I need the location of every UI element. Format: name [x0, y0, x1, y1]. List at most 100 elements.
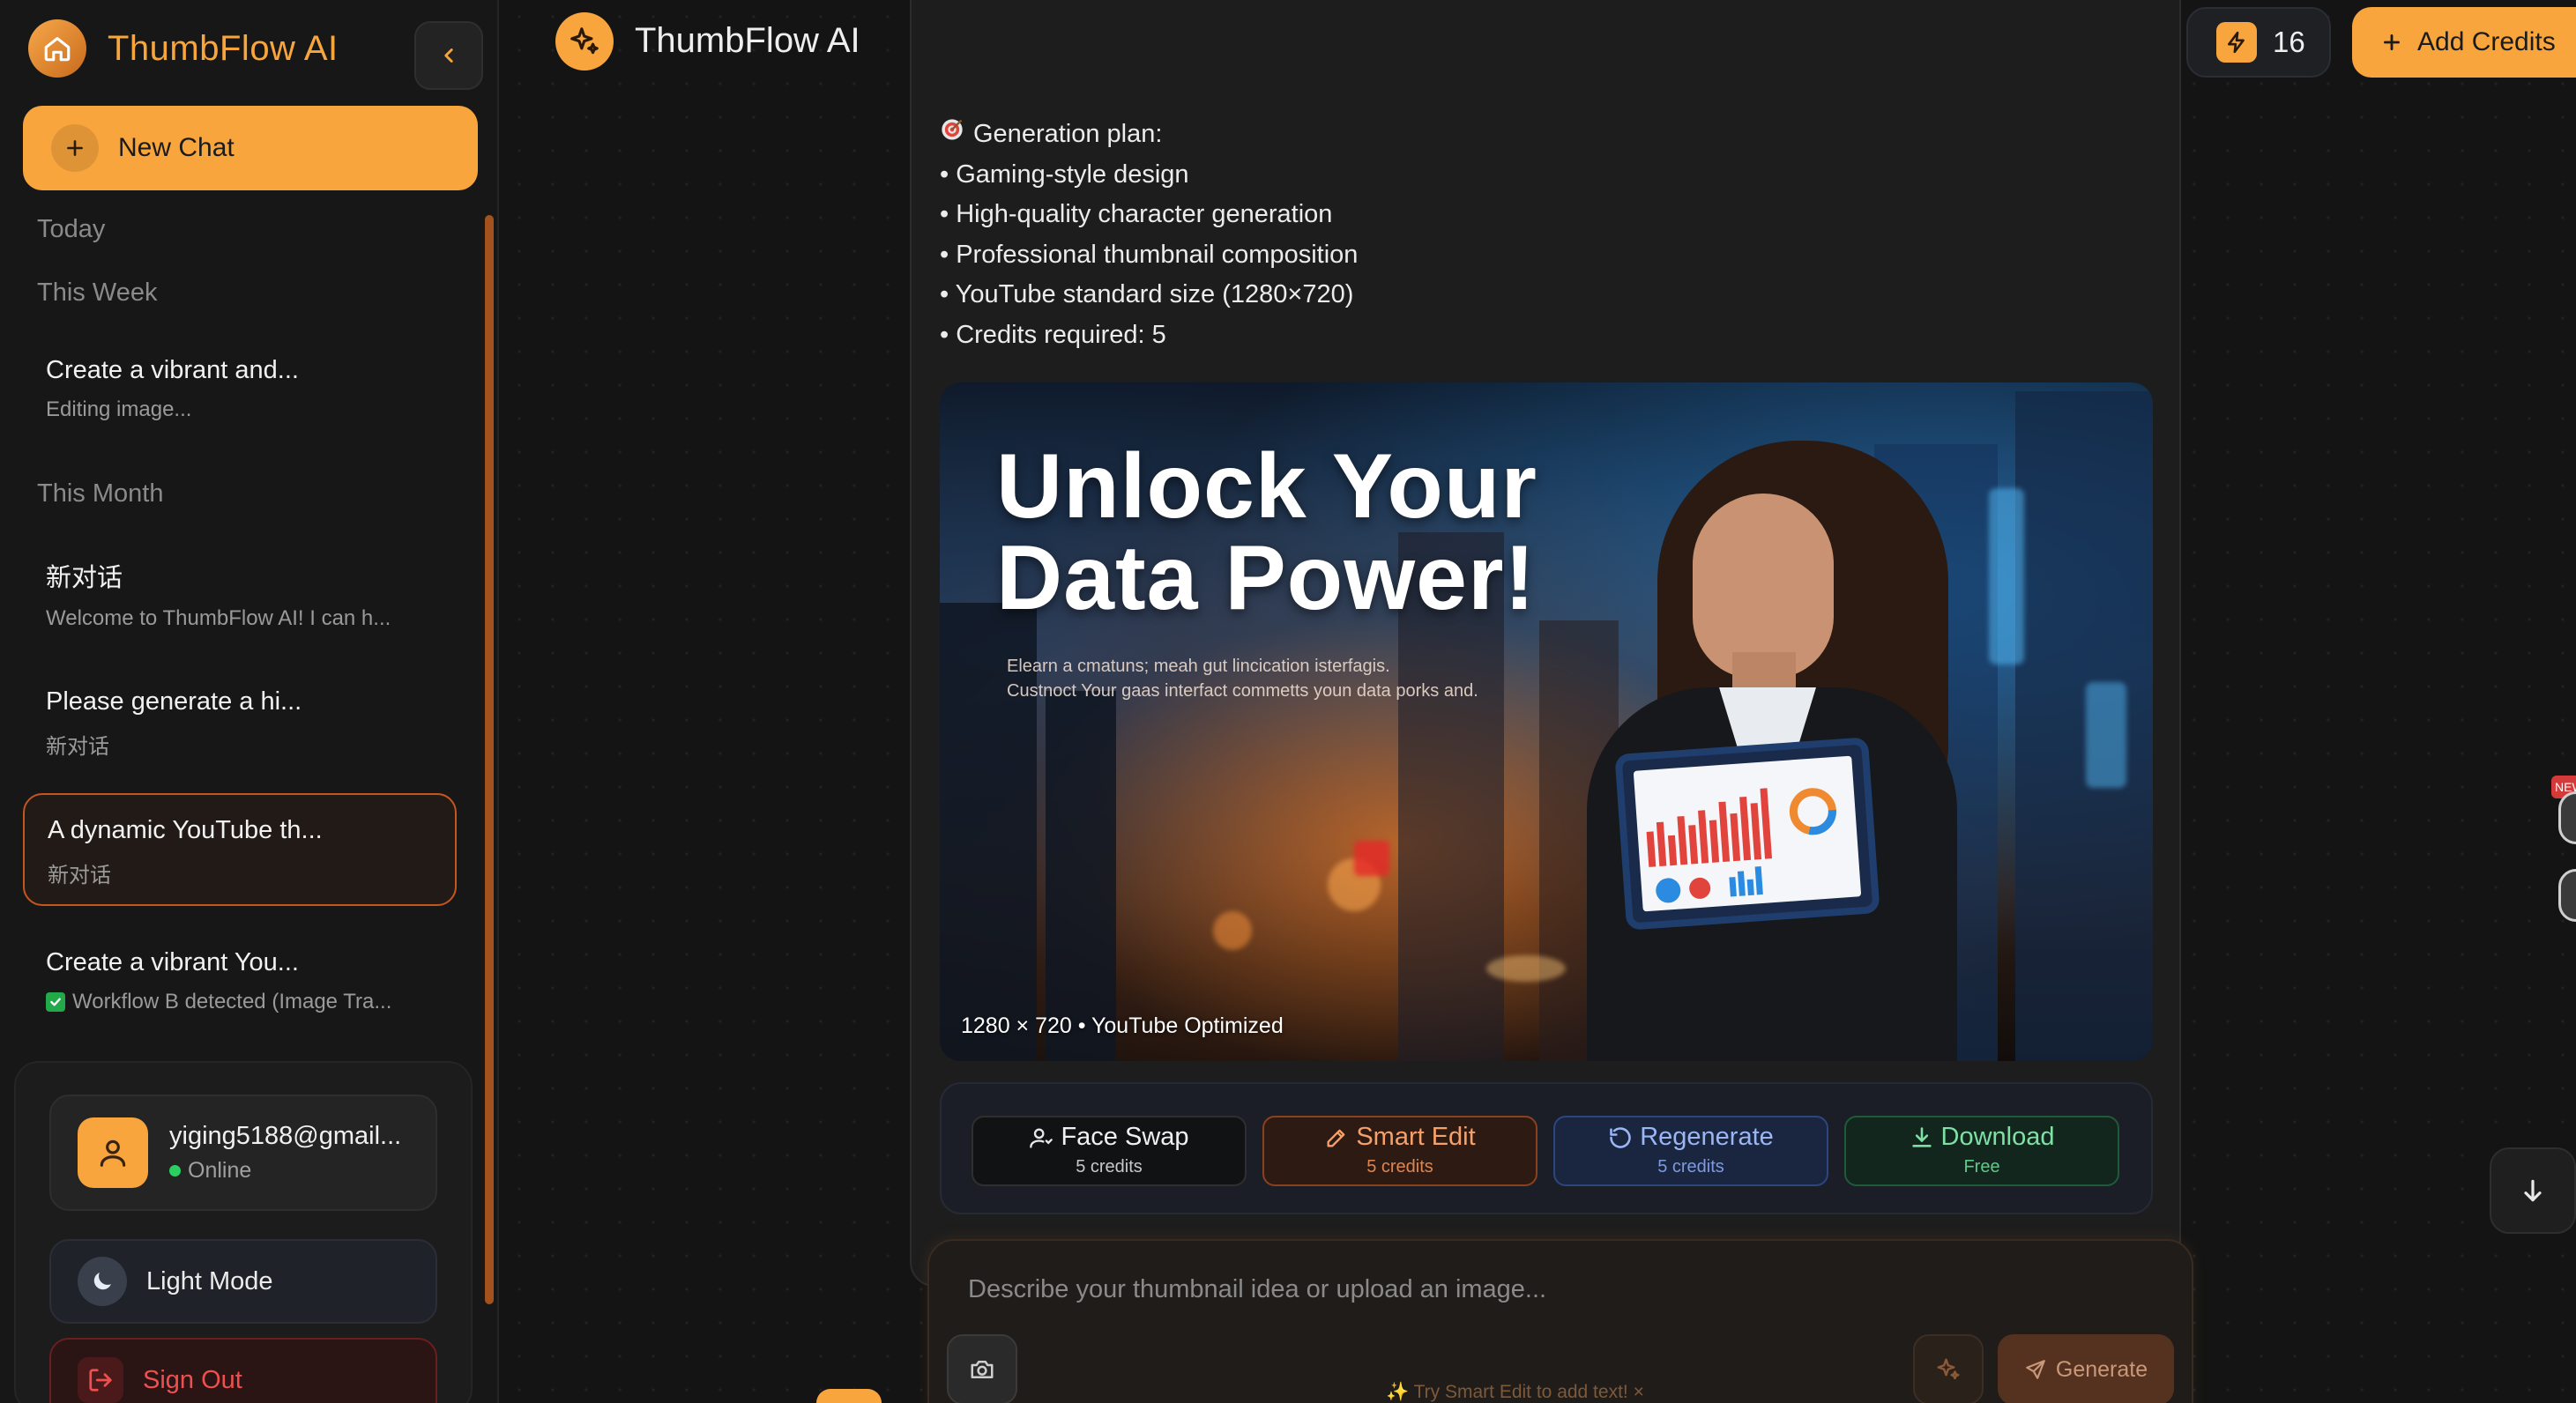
floating-widget-button[interactable]	[2558, 791, 2576, 844]
sparkles-icon	[555, 12, 614, 71]
plan-item: • High-quality character generation	[940, 200, 1333, 228]
credits-count: 16	[2273, 26, 2305, 58]
camera-icon	[971, 1361, 994, 1378]
plan-item: • Credits required: 5	[940, 320, 1166, 349]
bokeh-light	[1486, 955, 1566, 982]
send-icon	[2026, 1360, 2045, 1379]
history-item-subtitle: Welcome to ThumbFlow AI! I can h...	[46, 606, 391, 630]
face-swap-button[interactable]: Face Swap 5 credits	[972, 1116, 1247, 1186]
user-status: Online	[169, 1158, 401, 1184]
generation-plan: Generation plan: • Gaming-style design •…	[940, 115, 1358, 355]
add-credits-button[interactable]: Add Credits	[2352, 7, 2576, 78]
bokeh-light	[1989, 488, 2024, 664]
light-mode-toggle[interactable]: Light Mode	[49, 1239, 437, 1324]
download-label: Download	[1940, 1123, 2055, 1151]
plus-icon	[51, 124, 99, 172]
generate-label: Generate	[2055, 1356, 2148, 1382]
plan-item: • YouTube standard size (1280×720)	[940, 280, 1354, 308]
bokeh-light	[2086, 682, 2126, 788]
history-item-title: Create a vibrant and...	[46, 356, 299, 384]
user-email: yiging5188@gmail...	[169, 1122, 402, 1150]
moon-icon	[78, 1257, 127, 1306]
smart-edit-label: Smart Edit	[1356, 1123, 1476, 1151]
history-item[interactable]: Please generate a hi... 新对话	[23, 666, 457, 779]
scroll-to-bottom-button[interactable]	[2490, 1147, 2576, 1234]
light-mode-label: Light Mode	[146, 1266, 273, 1295]
online-dot-icon	[169, 1165, 181, 1177]
user-icon	[1030, 1128, 1053, 1148]
arrow-down-icon	[2524, 1179, 2542, 1202]
refresh-icon	[1610, 1126, 1631, 1148]
new-chat-button[interactable]: New Chat	[23, 106, 478, 190]
history-item-subtitle: 新对话	[48, 864, 111, 887]
history-item-active[interactable]: A dynamic YouTube th... 新对话	[23, 793, 457, 906]
history-item[interactable]: Create a vibrant You... Workflow B detec…	[23, 927, 457, 1040]
history-item-title: Please generate a hi...	[46, 687, 302, 716]
city-building	[1539, 620, 1619, 1061]
prompt-input[interactable]	[968, 1267, 2149, 1311]
plan-item: • Gaming-style design	[940, 160, 1189, 189]
bolt-icon	[2216, 22, 2257, 63]
download-button[interactable]: Download Free	[1844, 1116, 2119, 1186]
history-item[interactable]: Create a vibrant and... Editing image...	[23, 335, 457, 448]
history-item-subtitle: 新对话	[46, 735, 109, 759]
generate-button[interactable]: Generate	[1998, 1334, 2174, 1403]
sidebar: ThumbFlow AI New Chat Today This Week Cr…	[0, 0, 499, 1403]
history-item-title: A dynamic YouTube th...	[48, 816, 323, 844]
download-cost: Free	[1963, 1157, 2000, 1177]
sign-out-label: Sign Out	[143, 1365, 242, 1394]
face-swap-label: Face Swap	[1061, 1123, 1189, 1151]
plan-item: • Professional thumbnail composition	[940, 240, 1359, 269]
user-icon	[78, 1117, 148, 1188]
floating-accent-tab	[816, 1389, 882, 1403]
page-title: ThumbFlow AI	[635, 21, 860, 60]
target-icon	[940, 115, 964, 155]
history-item[interactable]: 新对话 Welcome to ThumbFlow AI! I can h...	[23, 536, 457, 649]
pencil-icon	[1327, 1129, 1345, 1147]
collapse-sidebar-button[interactable]	[414, 21, 483, 90]
prompt-composer: Generate	[927, 1239, 2193, 1403]
history-item-title: Create a vibrant You...	[46, 948, 299, 976]
regenerate-label: Regenerate	[1640, 1123, 1774, 1151]
history-item-subtitle: Workflow B detected (Image Tra...	[46, 990, 457, 1014]
new-chat-label: New Chat	[118, 133, 235, 162]
smart-edit-cost: 5 credits	[1366, 1157, 1433, 1177]
enhance-prompt-button[interactable]	[1913, 1334, 1984, 1403]
floating-widget-button[interactable]	[2558, 869, 2576, 922]
brand-name: ThumbFlow AI	[108, 28, 339, 68]
section-this-month: This Month	[37, 479, 164, 508]
bokeh-light	[1213, 911, 1252, 950]
chevron-left-icon	[444, 48, 453, 63]
download-icon	[1911, 1126, 1932, 1147]
image-action-bar: Face Swap 5 credits Smart Edit 5 credits…	[940, 1082, 2153, 1214]
city-building	[1874, 444, 1998, 1061]
regenerate-cost: 5 credits	[1657, 1157, 1724, 1177]
city-building	[1046, 691, 1116, 1061]
sign-out-button[interactable]: Sign Out	[49, 1338, 437, 1403]
credits-balance[interactable]: 16	[2186, 7, 2331, 78]
account-panel: yiging5188@gmail... Online Light Mode Si…	[14, 1061, 473, 1403]
home-icon	[28, 19, 86, 78]
face-swap-cost: 5 credits	[1076, 1157, 1143, 1177]
add-credits-label: Add Credits	[2417, 27, 2556, 56]
thumbnail-subtext: Elearn a cmatuns; meah gut lincication i…	[1007, 657, 1478, 701]
sparkles-icon	[1937, 1358, 1960, 1380]
bokeh-light	[1354, 841, 1389, 876]
sidebar-scrollbar[interactable]	[485, 215, 494, 1304]
smart-edit-button[interactable]: Smart Edit 5 credits	[1262, 1116, 1537, 1186]
upload-image-button[interactable]	[947, 1334, 1017, 1403]
generated-thumbnail[interactable]: Unlock Your Data Power! Elearn a cmatuns…	[940, 382, 2153, 1061]
plus-icon	[2384, 34, 2400, 50]
section-this-week: This Week	[37, 278, 158, 307]
history-item-title: 新对话	[46, 564, 123, 592]
check-icon	[46, 992, 65, 1012]
user-card[interactable]: yiging5188@gmail... Online	[49, 1095, 437, 1211]
thumbnail-caption: 1280 × 720 • YouTube Optimized	[961, 1013, 1284, 1038]
logout-icon	[78, 1357, 123, 1403]
thumbnail-headline: Unlock Your Data Power!	[996, 435, 1537, 629]
brand[interactable]: ThumbFlow AI	[28, 19, 339, 78]
plan-heading: Generation plan:	[940, 115, 1358, 155]
city-building	[2015, 391, 2153, 1061]
smart-edit-tip[interactable]: ✨ Try Smart Edit to add text! ×	[1386, 1382, 1644, 1403]
regenerate-button[interactable]: Regenerate 5 credits	[1553, 1116, 1828, 1186]
